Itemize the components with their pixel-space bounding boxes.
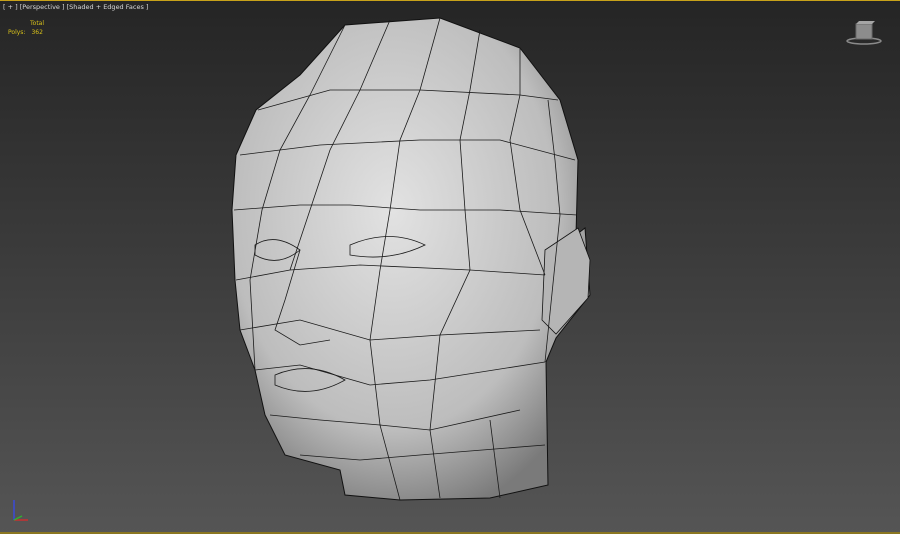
- axis-tripod-icon: [13, 500, 28, 521]
- head-mesh[interactable]: [0, 0, 900, 534]
